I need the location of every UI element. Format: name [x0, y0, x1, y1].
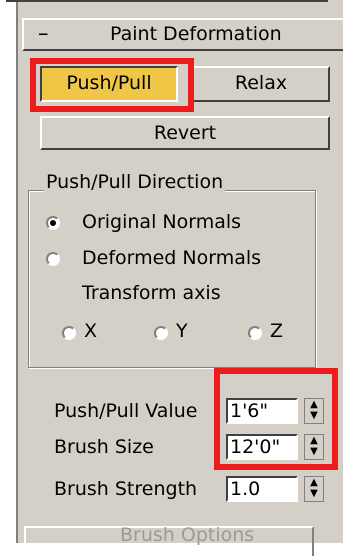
- deformed-normals-radio[interactable]: [46, 252, 60, 266]
- brush-strength-label: Brush Strength: [54, 478, 198, 500]
- axis-x-label[interactable]: X: [84, 320, 97, 342]
- relax-button[interactable]: Relax: [192, 66, 330, 102]
- brush-strength-input[interactable]: 1.0: [226, 476, 298, 502]
- push-pull-value-label: Push/Pull Value: [54, 400, 198, 422]
- axis-z-radio[interactable]: [248, 326, 262, 340]
- deformed-normals-label[interactable]: Deformed Normals: [82, 247, 261, 269]
- direction-group-title: Push/Pull Direction: [44, 171, 226, 193]
- rollout-header[interactable]: – Paint Deformation: [22, 18, 343, 51]
- radio-selected-dot: [50, 220, 56, 226]
- push-pull-value-spinner[interactable]: ▲ ▼: [304, 398, 324, 424]
- original-normals-radio[interactable]: [46, 216, 60, 230]
- collapse-icon[interactable]: –: [38, 21, 49, 45]
- brush-strength-spinner[interactable]: ▲ ▼: [304, 476, 324, 502]
- original-normals-label[interactable]: Original Normals: [82, 211, 241, 233]
- axis-y-label[interactable]: Y: [176, 320, 188, 342]
- axis-x-radio[interactable]: [62, 326, 76, 340]
- push-pull-button[interactable]: Push/Pull: [40, 66, 178, 102]
- brush-size-spinner[interactable]: ▲ ▼: [304, 434, 324, 460]
- axis-y-radio[interactable]: [154, 326, 168, 340]
- brush-size-label: Brush Size: [54, 436, 154, 458]
- brush-size-input[interactable]: 12'0": [226, 434, 298, 460]
- axis-z-label[interactable]: Z: [270, 320, 283, 342]
- left-margin: [0, 0, 16, 543]
- revert-button[interactable]: Revert: [40, 116, 330, 150]
- rollout-title: Paint Deformation: [110, 23, 282, 45]
- rollout-top-edge: [6, 0, 328, 17]
- push-pull-value-input[interactable]: 1'6": [226, 398, 298, 424]
- transform-axis-label: Transform axis: [82, 282, 221, 304]
